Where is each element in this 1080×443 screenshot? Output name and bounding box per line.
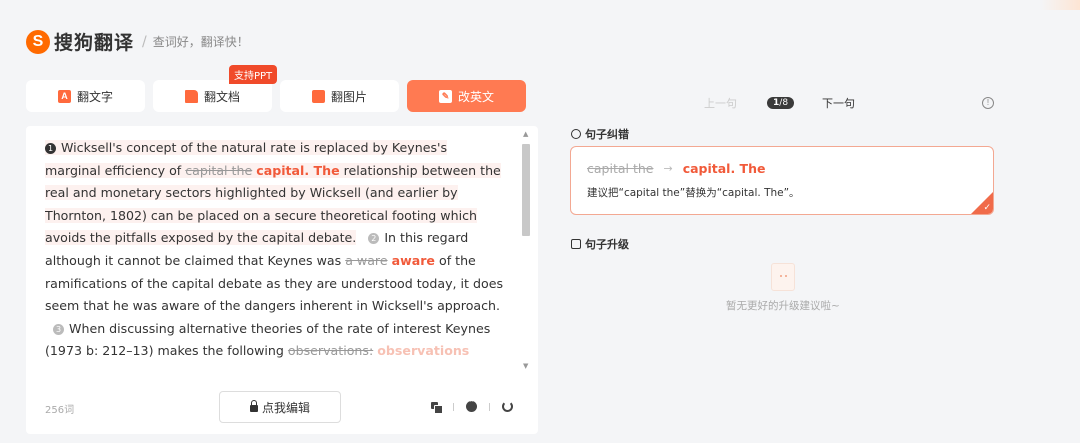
edit-english-icon: ✎ — [438, 89, 452, 103]
tab-label: 翻文档 — [203, 89, 240, 104]
lock-icon — [249, 400, 258, 412]
original-text: capital the — [587, 161, 654, 176]
ppt-support-badge: 支持PPT — [229, 65, 278, 84]
feedback-button[interactable] — [465, 397, 478, 413]
sentence-number: 3 — [53, 323, 65, 335]
check-icon: ✓ — [983, 203, 991, 213]
arrow-right-icon: → — [663, 162, 673, 175]
document-icon — [184, 89, 198, 103]
edit-button-label: 点我编辑 — [261, 400, 310, 415]
grammar-check-icon — [571, 129, 581, 139]
corrected-text: capital. The — [682, 161, 766, 176]
correction-suggestion: 建议把“capital the”替换为“capital. The”。 — [587, 187, 800, 199]
info-icon[interactable]: ! — [982, 97, 994, 109]
scroll-up-icon[interactable]: ▲ — [523, 130, 528, 138]
scroll-thumb[interactable] — [522, 144, 530, 236]
sentence-3[interactable]: 3 When discussing alternative theories of… — [45, 321, 490, 359]
tab-translate-image[interactable]: 翻图片 — [280, 80, 399, 112]
sentence-number: 1 — [45, 143, 56, 154]
tab-label: 改英文 — [457, 89, 494, 104]
brand-logo[interactable]: S 搜狗翻译 / 查词好，翻译快！ — [26, 28, 249, 55]
upgrade-section-title: 句子升级 — [571, 236, 629, 252]
brand-slogan: 查词好，翻译快！ — [152, 35, 249, 49]
text-editor-panel: 1 Wicksell's concept of the natural rate … — [26, 126, 538, 434]
tab-translate-text[interactable]: A 翻文字 — [26, 80, 145, 112]
brand-separator: / — [142, 33, 147, 50]
text-translate-icon: A — [57, 89, 71, 103]
tab-label: 翻文字 — [76, 89, 113, 104]
copy-icon — [430, 401, 443, 414]
tab-label: 翻图片 — [330, 89, 367, 104]
divider — [453, 402, 454, 411]
correction-section-title: 句子纠错 — [571, 126, 629, 142]
editor-text[interactable]: 1 Wicksell's concept of the natural rate … — [45, 137, 505, 375]
tab-translate-document[interactable]: 翻文档 — [153, 80, 272, 112]
correction-card[interactable]: capital the → capital. The 建议把“capital t… — [570, 146, 994, 215]
sentence-navigation: 上一句 1/8 下一句 — [704, 95, 855, 111]
next-sentence-button[interactable]: 下一句 — [822, 95, 855, 111]
tab-edit-english[interactable]: ✎ 改英文 — [407, 80, 526, 112]
copy-button[interactable] — [429, 400, 443, 414]
sentence-number: 2 — [368, 233, 380, 245]
divider — [489, 402, 490, 411]
deleted-text: observations: — [287, 343, 374, 359]
inserted-text: capital. The — [256, 162, 340, 178]
sentence-counter: 1/8 — [767, 97, 795, 109]
scroll-down-icon[interactable]: ▼ — [523, 362, 528, 370]
empty-state-illustration — [771, 263, 795, 291]
corner-decoration — [1040, 0, 1080, 10]
deleted-text: capital the — [185, 162, 253, 178]
previous-sentence-button[interactable]: 上一句 — [704, 95, 737, 111]
editor-scrollbar[interactable]: ▲ ▼ — [520, 130, 532, 370]
editor-toolbar — [429, 397, 514, 414]
mode-tabs: A 翻文字 翻文档 翻图片 ✎ 改英文 — [26, 80, 526, 112]
correction-change: capital the → capital. The — [587, 161, 765, 176]
upgrade-icon — [571, 239, 581, 249]
feedback-icon — [466, 397, 477, 412]
brand-name: 搜狗翻译 — [54, 32, 135, 54]
refresh-button[interactable] — [501, 400, 514, 413]
inserted-text-faded: observations — [377, 343, 470, 359]
inserted-text: aware — [391, 252, 435, 268]
deleted-text: a ware — [345, 252, 388, 268]
edit-button[interactable]: 点我编辑 — [219, 391, 341, 423]
refresh-icon — [502, 401, 513, 412]
word-count: 256词 — [45, 405, 75, 416]
sogou-logo-icon: S — [26, 29, 50, 54]
empty-state-text: 暂无更好的升级建议啦~ — [726, 300, 840, 312]
image-icon — [311, 89, 325, 103]
